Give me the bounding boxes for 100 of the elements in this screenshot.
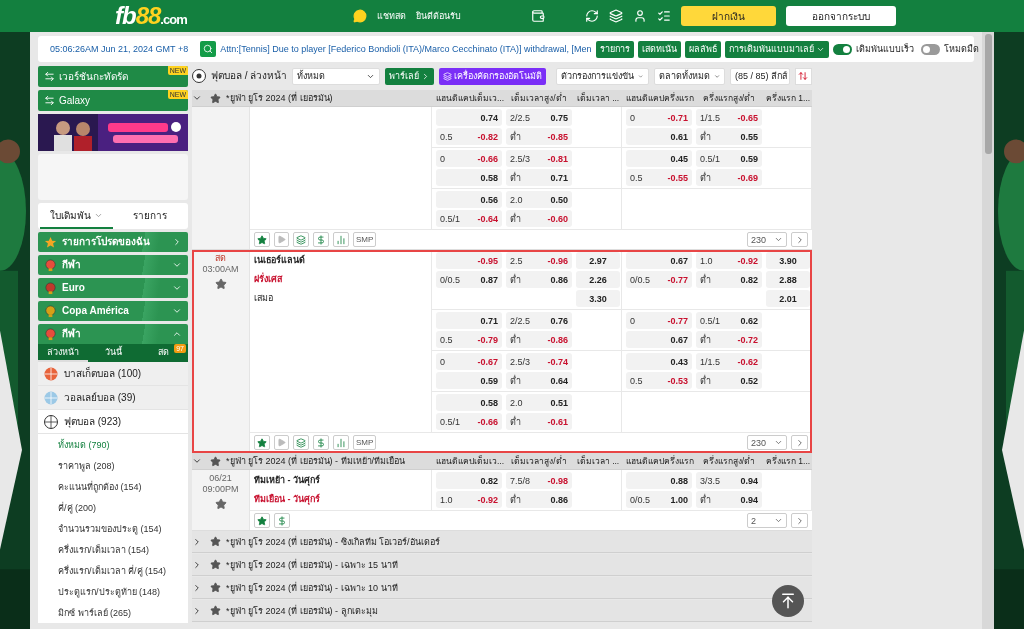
menu-header[interactable]: กีฬา [38, 324, 188, 344]
odds-cell[interactable]: 1.0 -0.92 [696, 252, 762, 269]
sport-item[interactable]: ฟุตบอล (923) [38, 410, 188, 434]
dollar-button[interactable] [313, 435, 329, 450]
refresh-icon[interactable] [585, 9, 599, 23]
odds-cell[interactable]: 2.5/3 -0.81 [506, 150, 572, 167]
odds-cell[interactable]: 0.71 [436, 312, 502, 329]
list-button[interactable] [293, 232, 309, 247]
toggle-switch[interactable] [832, 43, 852, 55]
league-header[interactable]: *ยูฟ่า ยูโร 2024 (ที่ เยอรมัน) - เฉพาะ 15 นาที [192, 554, 812, 576]
league-header[interactable]: *ยูฟ่า ยูโร 2024 (ที่ เยอรมัน) แฮนดิแคปเต็มเว... เต็มเวลาสูง/ต่ำ เต็มเวลา ... แฮนดิแคปครึ่งแรก ครึ่งแรกสูง/ต่ำ ครึ่งแรก 1... [192, 90, 812, 107]
market-select[interactable]: ตลาดทั้งหมด [653, 67, 725, 85]
odds-cell[interactable]: 3.30 [576, 290, 620, 307]
market-item[interactable]: จำนวนรวมของประตู (154) [38, 518, 188, 539]
odds-cell[interactable]: 2.01 [766, 290, 810, 307]
odds-cell[interactable]: 0.5 -0.55 [626, 169, 692, 186]
odds-cell[interactable]: 2.0 0.50 [506, 191, 572, 208]
odds-cell[interactable]: 0.5/1 0.62 [696, 312, 762, 329]
tab[interactable]: วันนี้ [88, 344, 138, 362]
odds-cell[interactable]: ต่ำ -0.85 [506, 128, 572, 145]
odds-cell[interactable]: 3/3.5 0.94 [696, 472, 762, 489]
market-item[interactable]: คะแนนที่ถูกต้อง (154) [38, 476, 188, 497]
favorite-button[interactable] [254, 435, 270, 450]
scrollbar-thumb[interactable] [984, 34, 992, 154]
odds-cell[interactable]: 0.59 [436, 372, 502, 389]
market-count-select[interactable]: 230 [747, 232, 787, 247]
deposit-button[interactable]: ฝากเงิน [681, 6, 776, 26]
list-button[interactable] [293, 435, 309, 450]
smp-button[interactable]: SMP [353, 435, 377, 450]
odds-cell[interactable]: 1.0 -0.92 [436, 491, 502, 508]
odds-cell[interactable]: 0 -0.71 [626, 109, 692, 126]
odds-cell[interactable]: 0.5 -0.79 [436, 331, 502, 348]
odds-cell[interactable]: 2.97 [576, 252, 620, 269]
league-header[interactable]: *ยูฟ่า ยูโร 2024 (ที่ เยอรมัน) - เฉพาะ 10 นาที [192, 577, 812, 599]
scope-select[interactable]: ทั้งหมด [292, 67, 381, 85]
tab[interactable]: ใบเดิมพัน [40, 203, 113, 229]
smp-button[interactable]: SMP [353, 232, 377, 247]
user-icon[interactable] [633, 9, 647, 23]
odds-cell[interactable]: 0.58 [436, 169, 502, 186]
odds-cell[interactable]: ต่ำ 0.94 [696, 491, 762, 508]
odds-cell[interactable]: ต่ำ -0.72 [696, 331, 762, 348]
odds-cell[interactable]: 2.88 [766, 271, 810, 288]
market-item[interactable]: มิกซ์ พาร์เลย์ (265) [38, 602, 188, 623]
market-item[interactable]: ครึ่งแรก/เต็มเวลา (154) [38, 539, 188, 560]
toggle-switch[interactable] [920, 43, 940, 55]
wallet-icon[interactable] [531, 9, 545, 23]
star-icon[interactable] [210, 605, 221, 616]
layers-icon[interactable] [609, 9, 623, 23]
odds-cell[interactable]: 0/0.5 -0.77 [626, 271, 692, 288]
odds-cell[interactable]: 2.5/3 -0.74 [506, 353, 572, 370]
dollar-button[interactable] [313, 232, 329, 247]
league-header[interactable]: *ยูฟ่า ยูโร 2024 (ที่ เยอรมัน) - ทีมเหย้า/ทีมเยือน แฮนดิแคปเต็มเว... เต็มเวลาสูง/ต่ำ เต็มเวลา ... แฮนดิแคปครึ่งแรก ครึ่งแรกสูง/ต่ำ ครึ่งแรก 1... [192, 453, 812, 470]
star-icon[interactable] [210, 582, 221, 593]
market-item[interactable]: คี่/คู่ (200) [38, 497, 188, 518]
odds-cell[interactable]: ต่ำ -0.61 [506, 413, 572, 430]
odds-cell[interactable]: 0/0.5 0.87 [436, 271, 502, 288]
auto-filter-button[interactable]: เครื่องคัดกรองอัตโนมัติ [439, 67, 547, 85]
odds-cell[interactable]: ต่ำ 0.55 [696, 128, 762, 145]
menu-header[interactable]: รายการโปรดของฉัน [38, 232, 188, 252]
odds-cell[interactable]: 0.5 -0.82 [436, 128, 502, 145]
star-icon[interactable] [214, 278, 227, 290]
odds-cell[interactable]: 0.5/1 0.59 [696, 150, 762, 167]
live-chat-link[interactable]: แชทสด [377, 9, 406, 23]
odds-cell[interactable]: ต่ำ 0.82 [696, 271, 762, 288]
odds-cell[interactable]: 2.5 -0.96 [506, 252, 572, 269]
odds-cell[interactable]: 0.82 [436, 472, 502, 489]
star-icon[interactable] [210, 92, 221, 104]
odds-cell[interactable]: 3.90 [766, 252, 810, 269]
odds-cell[interactable]: 0.67 [626, 331, 692, 348]
odds-cell[interactable]: -0.95 [436, 252, 502, 269]
market-item[interactable]: ราคาพูล (208) [38, 455, 188, 476]
odds-cell[interactable]: 0.5/1 -0.64 [436, 210, 502, 227]
odds-cell[interactable]: 1/1.5 -0.62 [696, 353, 762, 370]
odds-cell[interactable]: ต่ำ -0.86 [506, 331, 572, 348]
star-icon[interactable] [210, 559, 221, 570]
sport-item[interactable]: บาสเก็ตบอล (100) [38, 362, 188, 386]
odds-cell[interactable]: 0 -0.67 [436, 353, 502, 370]
odds-cell[interactable]: 2.0 0.51 [506, 394, 572, 411]
star-icon[interactable] [210, 455, 221, 467]
odds-cell[interactable]: ต่ำ 0.86 [506, 271, 572, 288]
sport-item[interactable]: วอลเลย์บอล (39) [38, 386, 188, 410]
odds-cell[interactable]: 0.74 [436, 109, 502, 126]
odds-cell[interactable]: 0 -0.66 [436, 150, 502, 167]
odds-cell[interactable]: ต่ำ -0.60 [506, 210, 572, 227]
logout-button[interactable]: ออกจากระบบ [786, 6, 896, 26]
market-item[interactable]: ครึ่งแรก/เต็มเวลา คี่/คู่ (154) [38, 560, 188, 581]
market-count-select[interactable]: 2 [747, 513, 787, 528]
odds-cell[interactable]: 0.5 -0.53 [626, 372, 692, 389]
odds-cell[interactable]: 0 -0.77 [626, 312, 692, 329]
competition-filter-select[interactable]: ตัวกรองการแข่งขัน [556, 67, 649, 85]
odds-cell[interactable]: 0.67 [626, 252, 692, 269]
odds-cell[interactable]: ต่ำ 0.64 [506, 372, 572, 389]
checklist-icon[interactable] [657, 9, 671, 23]
odds-cell[interactable]: 0.56 [436, 191, 502, 208]
parlay-button[interactable]: พาร์เลย์ [385, 67, 435, 85]
odds-cell[interactable]: 0.45 [626, 150, 692, 167]
star-icon[interactable] [214, 498, 227, 510]
nav-button[interactable]: รายการ [595, 40, 634, 58]
nav-button[interactable]: ผลลัพธ์ [684, 40, 721, 58]
odds-cell[interactable]: 0.58 [436, 394, 502, 411]
